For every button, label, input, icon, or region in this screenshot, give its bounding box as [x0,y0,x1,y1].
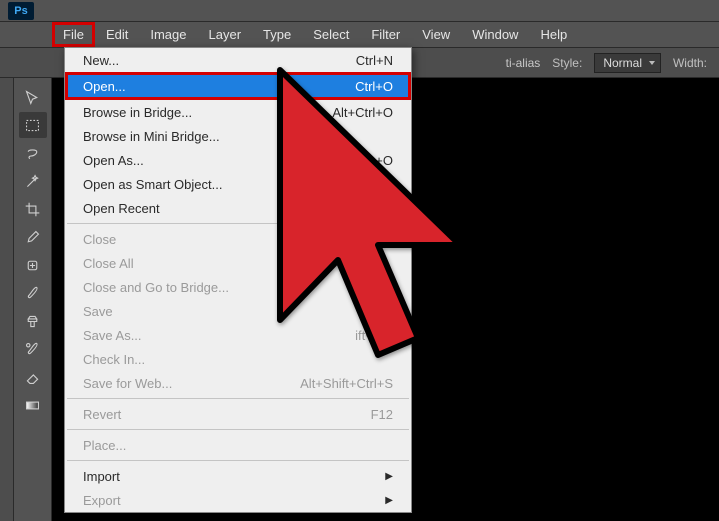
lasso-tool[interactable] [19,140,47,166]
menu-image[interactable]: Image [139,22,197,47]
width-label: Width: [673,56,707,70]
file-menu-close: Close [65,227,411,251]
menu-view[interactable]: View [411,22,461,47]
menu-item-shortcut: ▶ [385,471,393,482]
file-menu-close-and-go-to-bridge: Close and Go to Bridge... [65,275,411,299]
menu-item-label: Close and Go to Bridge... [83,280,229,295]
gradient-tool[interactable] [19,392,47,418]
file-menu-close-all: Close All [65,251,411,275]
menu-item-label: Open Recent [83,201,160,216]
menu-item-shortcut: ▶ [385,203,393,214]
menu-separator [67,398,409,399]
menu-separator [67,223,409,224]
menu-item-label: Browse in Bridge... [83,105,192,120]
menu-item-label: Open... [83,79,126,94]
magic-wand-tool[interactable] [19,168,47,194]
style-select[interactable]: Normal [594,53,661,73]
file-menu-browse-in-mini-bridge[interactable]: Browse in Mini Bridge... [65,124,411,148]
menu-layer[interactable]: Layer [198,22,253,47]
history-brush-tool[interactable] [19,336,47,362]
menu-item-shortcut: ▶ [385,495,393,506]
style-label: Style: [552,56,582,70]
file-menu-save: Save Ct [65,299,411,323]
menu-window[interactable]: Window [461,22,529,47]
menu-item-label: Close All [83,256,134,271]
clone-stamp-tool[interactable] [19,308,47,334]
menu-item-shortcut: Alt +O [357,153,394,168]
file-menu-export: Export ▶ [65,488,411,512]
menu-item-label: Save for Web... [83,376,172,391]
menu-item-shortcut: F12 [371,407,393,422]
file-menu-revert: Revert F12 [65,402,411,426]
menu-select[interactable]: Select [302,22,360,47]
menu-separator [67,429,409,430]
menu-item-label: Revert [83,407,121,422]
menu-item-label: Browse in Mini Bridge... [83,129,220,144]
title-bar: Ps [0,0,719,22]
menu-item-label: Close [83,232,116,247]
menu-item-shortcut: ift+Ctrl [355,328,393,343]
healing-brush-tool[interactable] [19,252,47,278]
menu-type[interactable]: Type [252,22,302,47]
menu-help[interactable]: Help [529,22,578,47]
file-menu-open-recent[interactable]: Open Recent ▶ [65,196,411,220]
brush-tool[interactable] [19,280,47,306]
tools-panel [14,78,52,521]
file-menu-open-as-smart-object[interactable]: Open as Smart Object... [65,172,411,196]
file-menu-save-as: Save As... ift+Ctrl [65,323,411,347]
menu-item-label: Open As... [83,153,144,168]
menu-item-label: Import [83,469,120,484]
move-tool[interactable] [19,84,47,110]
file-menu-import[interactable]: Import ▶ [65,464,411,488]
crop-tool[interactable] [19,196,47,222]
menu-item-label: Save [83,304,113,319]
left-gutter [0,78,14,521]
menu-item-label: New... [83,53,119,68]
menu-item-shortcut: Ctrl+O [355,79,393,94]
menu-item-shortcut: Ctrl+N [356,53,393,68]
file-menu-place: Place... [65,433,411,457]
menu-item-label: Export [83,493,121,508]
menu-filter[interactable]: Filter [360,22,411,47]
eraser-tool[interactable] [19,364,47,390]
menu-edit[interactable]: Edit [95,22,139,47]
menu-bar: FileEditImageLayerTypeSelectFilterViewWi… [0,22,719,48]
eyedropper-tool[interactable] [19,224,47,250]
file-menu-browse-in-bridge[interactable]: Browse in Bridge... Alt+Ctrl+O [65,100,411,124]
file-menu-new[interactable]: New... Ctrl+N [65,48,411,72]
menu-item-shortcut: Ct [380,304,393,319]
app-logo: Ps [8,2,34,20]
menu-item-label: Open as Smart Object... [83,177,222,192]
menu-item-label: Check In... [83,352,145,367]
menu-separator [67,460,409,461]
menu-file[interactable]: File [52,22,95,47]
file-menu-open[interactable]: Open... Ctrl+O [65,72,411,100]
file-menu-open-as[interactable]: Open As... Alt +O [65,148,411,172]
menu-item-label: Save As... [83,328,142,343]
menu-item-label: Place... [83,438,126,453]
menu-item-shortcut: Alt+Ctrl+O [332,105,393,120]
file-menu-dropdown: New... Ctrl+N Open... Ctrl+O Browse in Bridg… [64,47,412,513]
antialias-label-fragment: ti-alias [506,56,541,70]
file-menu-check-in: Check In... [65,347,411,371]
file-menu-save-for-web: Save for Web... Alt+Shift+Ctrl+S [65,371,411,395]
menu-item-shortcut: Alt+Shift+Ctrl+S [300,376,393,391]
rect-marquee-tool[interactable] [19,112,47,138]
